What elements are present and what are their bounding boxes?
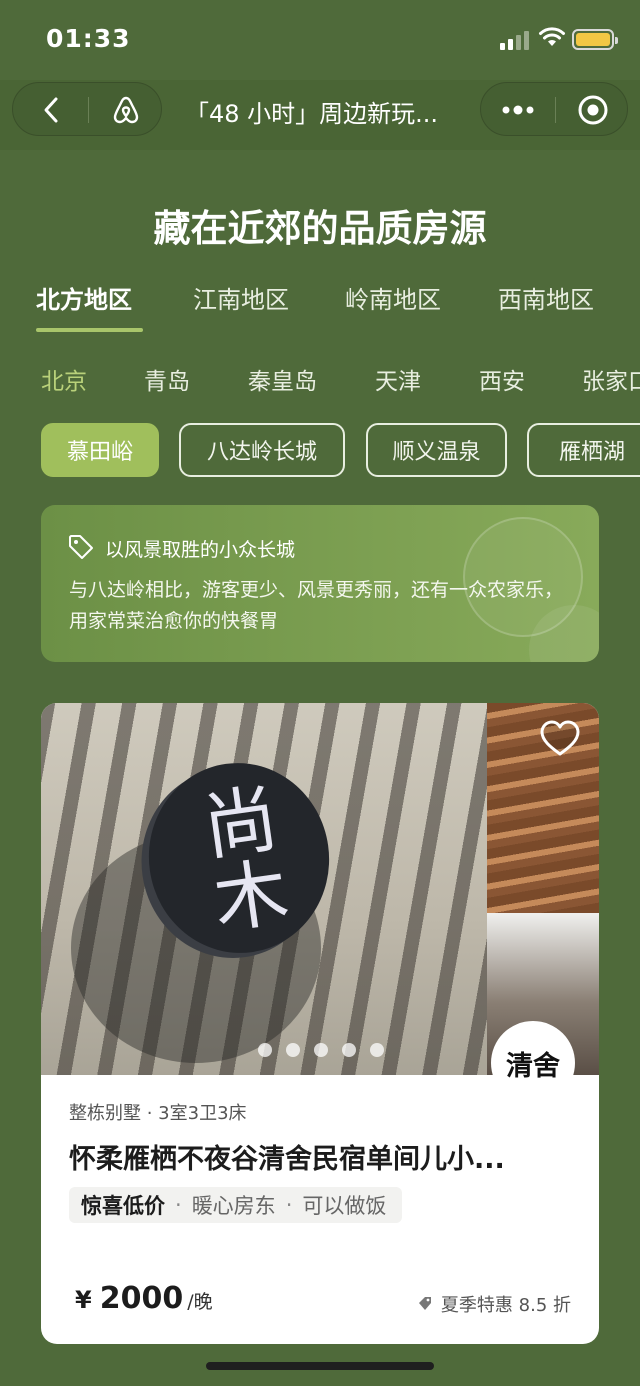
page-title: 藏在近郊的品质房源 [153, 207, 487, 250]
tab-region-north[interactable]: 北方地区 [36, 280, 132, 315]
tag-low-price: 惊喜低价 [81, 1194, 165, 1218]
tag-icon [69, 535, 93, 559]
price-row: ¥ 2000 /晚 [75, 1281, 213, 1316]
tag-warm-host: 暖心房东 [191, 1194, 276, 1218]
tab-region-lingnan[interactable]: 岭南地区 [345, 280, 441, 315]
chip-mutianyu[interactable]: 慕田峪 [41, 423, 159, 477]
nav-left-capsule [12, 82, 162, 136]
city-tab-beijing[interactable]: 北京 [41, 362, 87, 396]
status-bar: 01:33 [0, 0, 640, 80]
city-tabs: 北京 青岛 秦皇岛 天津 西安 张家口 [0, 362, 640, 402]
price-currency: ¥ [75, 1286, 92, 1314]
tag-can-cook: 可以做饭 [302, 1194, 387, 1218]
price-tag-icon [418, 1297, 431, 1310]
shop-sign: 尚木 [136, 751, 342, 965]
active-tab-underline [36, 328, 143, 332]
tab-region-southwest[interactable]: 西南地区 [498, 280, 594, 315]
chip-yanqi-lake[interactable]: 雁栖湖 [527, 423, 640, 477]
pager-dot[interactable] [258, 1043, 272, 1057]
host-badge: 清舍 [491, 1021, 575, 1105]
signal-icon [500, 30, 532, 50]
tag-separator: · [175, 1193, 182, 1217]
more-button[interactable] [481, 83, 555, 137]
heart-icon[interactable] [539, 719, 581, 757]
city-tab-qingdao[interactable]: 青岛 [144, 362, 190, 396]
area-chips: 慕田峪 八达岭长城 顺义温泉 雁栖湖 [0, 423, 640, 479]
listing-tags: 惊喜低价 · 暖心房东 · 可以做饭 [69, 1187, 403, 1223]
home-indicator [206, 1362, 434, 1370]
more-dots-icon [502, 105, 534, 115]
listing-meta: 整栋别墅 · 3室3卫3床 [69, 1103, 247, 1124]
promo-card: 以风景取胜的小众长城 与八达岭相比，游客更少、风景更秀丽，还有一众农家乐，用家常… [41, 505, 599, 662]
pager-dot[interactable] [370, 1043, 384, 1057]
price-value: 2000 [99, 1281, 184, 1316]
nav-title: 「48 小时」周边新玩... [185, 100, 439, 128]
nav-right-capsule [480, 82, 628, 136]
status-time: 01:33 [46, 24, 131, 53]
nav-bar: 「48 小时」周边新玩... [0, 80, 640, 150]
tag-separator: · [285, 1193, 293, 1217]
region-tabs: 北方地区 江南地区 岭南地区 西南地区 [0, 280, 640, 336]
listing-photo[interactable]: 尚木 [41, 703, 599, 1075]
shop-sign-text: 尚木 [186, 778, 292, 938]
target-circle-icon [578, 95, 607, 125]
city-tab-tianjin[interactable]: 天津 [375, 362, 421, 396]
chip-shunyi-hotspring[interactable]: 顺义温泉 [366, 423, 507, 477]
city-tab-xian[interactable]: 西安 [479, 362, 525, 396]
city-tab-zhangjiakou[interactable]: 张家口 [582, 362, 640, 396]
discount-label: 夏季特惠 8.5 折 [417, 1291, 571, 1317]
home-logo-button[interactable] [89, 83, 163, 137]
tab-region-jiangnan[interactable]: 江南地区 [193, 280, 289, 315]
pager-dot[interactable] [342, 1043, 356, 1057]
battery-icon [572, 29, 618, 50]
listing-title[interactable]: 怀柔雁栖不夜谷清舍民宿单间儿小... [69, 1137, 579, 1176]
chip-badaling[interactable]: 八达岭长城 [179, 423, 345, 477]
city-tab-qinhuangdao[interactable]: 秦皇岛 [248, 362, 317, 396]
listing-card[interactable]: 尚木 清舍 整栋别墅 · 3室3卫3床 怀柔雁栖不夜谷清舍民宿单间儿小... 惊… [41, 703, 599, 1344]
back-button[interactable] [13, 83, 88, 137]
discount-text: 夏季特惠 8.5 折 [440, 1295, 571, 1316]
wifi-icon [539, 27, 565, 46]
price-unit: /晚 [187, 1291, 213, 1313]
promo-headline: 以风景取胜的小众长城 [105, 539, 296, 561]
pager-dot[interactable] [314, 1043, 328, 1057]
photo-pager-dots [258, 1043, 384, 1059]
promo-body: 与八达岭相比，游客更少、风景更秀丽，还有一众农家乐，用家常菜治愈你的快餐胃 [69, 579, 564, 632]
airbnb-logo-icon [113, 96, 139, 124]
pager-dot[interactable] [286, 1043, 300, 1057]
close-miniprogram-button[interactable] [556, 83, 629, 137]
chevron-left-icon [44, 97, 57, 123]
